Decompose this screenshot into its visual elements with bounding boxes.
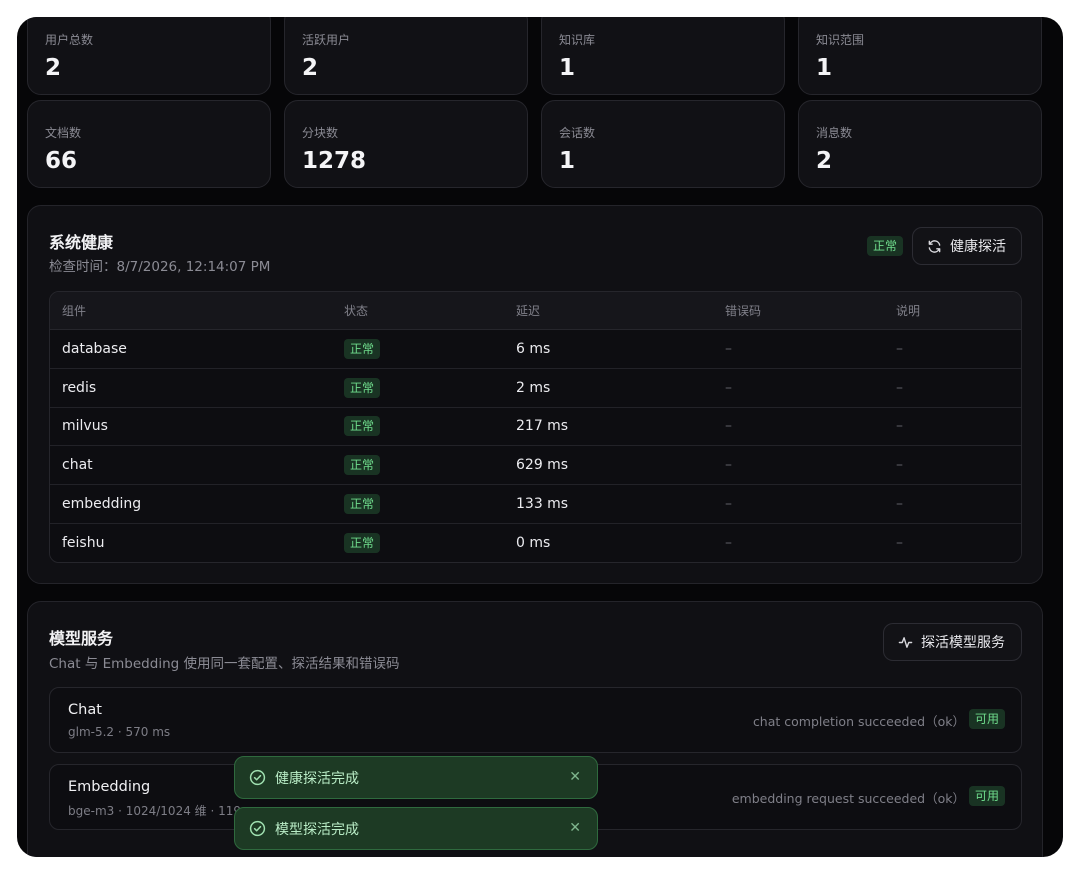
error-code: – [725,418,732,435]
table-row: milvus 正常 217 ms – – [50,407,1021,447]
component-name: chat [62,457,93,474]
table-row: redis 正常 2 ms – – [50,368,1021,408]
model-status-text: embedding request succeeded（ok） [731,791,965,806]
stat-value: 66 [45,148,78,174]
stat-value: 2 [816,148,833,174]
status-badge: 正常 [344,455,381,476]
column-header-error-code: 错误码 [725,304,762,318]
status-badge: 正常 [344,416,381,437]
stat-label: 知识范围 [816,33,865,47]
error-code: – [725,535,732,552]
stat-card-chunks: 分块数 1278 [284,100,528,188]
component-name: feishu [62,535,105,552]
stat-card-documents: 文档数 66 [27,100,271,188]
stat-value: 1 [559,55,576,81]
model-meta: glm-5.2 · 570 ms [68,725,171,739]
model-probe-button[interactable]: 探活模型服务 [883,623,1022,661]
stats-row-2: 文档数 66 分块数 1278 会话数 1 消息数 2 [27,100,1043,188]
health-table: 组件 状态 延迟 错误码 说明 database 正常 6 ms – – red… [49,291,1022,563]
status-badge: 正常 [344,533,381,554]
close-icon[interactable]: ✕ [569,820,581,836]
note: – [896,496,903,513]
error-code: – [725,379,732,396]
close-icon[interactable]: ✕ [569,769,581,785]
stat-label: 文档数 [45,126,82,140]
panel-title: 模型服务 [49,629,114,648]
stat-card-total-users: 用户总数 2 [27,17,271,95]
stat-label: 消息数 [816,126,853,140]
table-row: chat 正常 629 ms – – [50,446,1021,486]
stat-value: 1 [559,148,576,174]
stat-label: 活跃用户 [302,33,351,47]
health-probe-button[interactable]: 健康探活 [912,227,1022,265]
toast-message: 模型探活完成 [275,821,359,838]
stat-label: 知识库 [559,33,596,47]
dashboard-window: 用户总数 2 活跃用户 2 知识库 1 知识范围 1 文档数 66 分块数 12… [17,17,1063,857]
note: – [896,457,903,474]
panel-subtitle: Chat 与 Embedding 使用同一套配置、探活结果和错误码 [49,656,400,672]
stat-card-knowledge-bases: 知识库 1 [541,17,785,95]
table-header: 组件 状态 延迟 错误码 说明 [50,292,1021,330]
table-row: database 正常 6 ms – – [50,330,1021,369]
model-name: Chat [68,702,102,718]
toast-health-probe-done: 健康探活完成 ✕ [234,756,598,799]
stat-label: 用户总数 [45,33,94,47]
stat-card-messages: 消息数 2 [798,100,1042,188]
overall-status-badge: 正常 [867,236,904,256]
status-badge: 正常 [344,338,381,359]
stat-label: 会话数 [559,126,596,140]
component-name: database [62,340,127,357]
status-badge: 正常 [344,494,381,515]
stat-value: 2 [45,55,62,81]
latency-value: 6 ms [516,340,551,357]
note: – [896,535,903,552]
check-circle-icon [249,820,266,837]
column-header-status: 状态 [344,304,369,318]
component-name: milvus [62,418,108,435]
component-name: embedding [62,496,142,513]
stat-value: 2 [302,55,319,81]
error-code: – [725,340,732,357]
model-name: Embedding [68,779,151,795]
stat-card-knowledge-scopes: 知识范围 1 [798,17,1042,95]
note: – [896,379,903,396]
check-circle-icon [249,769,266,786]
stat-card-active-users: 活跃用户 2 [284,17,528,95]
table-row: embedding 正常 133 ms – – [50,485,1021,524]
error-code: – [725,496,732,513]
table-row: feishu 正常 0 ms – – [50,523,1021,562]
stat-value: 1278 [302,148,367,174]
stat-card-sessions: 会话数 1 [541,100,785,188]
column-header-latency: 延迟 [516,304,541,318]
health-checked-time: 检查时间：8/7/2026, 12:14:07 PM [49,259,271,275]
activity-icon [898,636,913,648]
stat-value: 1 [816,55,833,81]
status-badge: 正常 [344,377,381,398]
model-card-chat: Chat glm-5.2 · 570 ms chat completion su… [49,687,1022,753]
stats-row-1: 用户总数 2 活跃用户 2 知识库 1 知识范围 1 [27,17,1043,95]
latency-value: 2 ms [516,379,551,396]
note: – [896,418,903,435]
stat-label: 分块数 [302,126,339,140]
component-name: redis [62,379,97,396]
health-probe-label: 健康探活 [950,239,1006,255]
error-code: – [725,457,732,474]
model-status-text: chat completion succeeded（ok） [752,714,965,729]
column-header-note: 说明 [896,304,921,318]
panel-title: 系统健康 [49,233,114,252]
note: – [896,340,903,357]
latency-value: 133 ms [516,496,569,513]
refresh-icon [928,239,941,253]
latency-value: 0 ms [516,535,551,552]
availability-badge: 可用 [968,709,1005,729]
column-header-component: 组件 [62,304,87,318]
latency-value: 217 ms [516,418,569,435]
latency-value: 629 ms [516,457,569,474]
system-health-panel: 系统健康 检查时间：8/7/2026, 12:14:07 PM 正常 健康探活 … [27,205,1043,584]
toast-message: 健康探活完成 [275,770,359,787]
model-probe-label: 探活模型服务 [921,635,1005,651]
availability-badge: 可用 [968,786,1005,806]
toast-model-probe-done: 模型探活完成 ✕ [234,807,598,850]
